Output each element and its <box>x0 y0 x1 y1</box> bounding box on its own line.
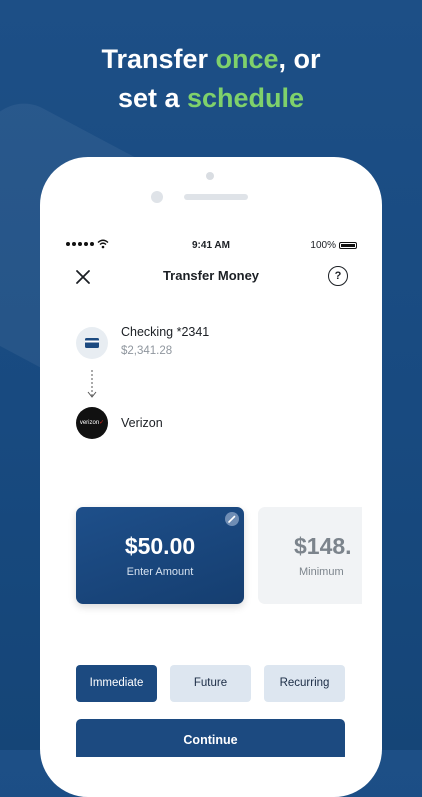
amount-card-selected[interactable]: $50.00 Enter Amount <box>76 507 244 604</box>
from-account-balance: $2,341.28 <box>121 345 173 357</box>
amount-card-minimum[interactable]: $148. Minimum <box>258 507 362 604</box>
headline-accent: schedule <box>187 83 305 113</box>
continue-button[interactable]: Continue <box>76 719 345 757</box>
logo-check: ✓ <box>99 420 105 426</box>
status-bar: 9:41 AM 100% <box>60 237 362 257</box>
arrow-down-icon <box>87 370 97 398</box>
sensor-dot <box>206 172 214 180</box>
amount-value: $148. <box>294 533 352 559</box>
headline-text: set a <box>117 83 187 113</box>
page-title: Transfer Money <box>162 268 260 283</box>
phone-frame: 9:41 AM 100% Transfer Money ? Checking *… <box>40 157 382 797</box>
headline-text: , or <box>278 44 321 74</box>
app-screen: 9:41 AM 100% Transfer Money ? Checking *… <box>60 237 362 757</box>
logo-text: verizon <box>79 420 100 426</box>
amount-value: $50.00 <box>124 533 196 559</box>
card-icon <box>76 327 108 359</box>
future-button[interactable]: Future <box>170 665 251 702</box>
headline-accent: once <box>215 44 279 74</box>
recurring-button[interactable]: Recurring <box>264 665 345 702</box>
immediate-button[interactable]: Immediate <box>76 665 157 702</box>
nav-bar: Transfer Money ? <box>60 265 362 289</box>
pencil-icon[interactable] <box>225 512 239 526</box>
promo-headline: Transfer once, or set a schedule <box>0 40 422 118</box>
camera <box>151 191 163 203</box>
headline-text: Transfer <box>101 44 216 74</box>
amount-label: Enter Amount <box>126 566 194 578</box>
amount-label: Minimum <box>299 566 344 578</box>
from-account-name[interactable]: Checking *2341 <box>121 325 209 339</box>
speaker <box>184 194 248 200</box>
help-icon[interactable]: ? <box>328 266 348 286</box>
battery-percent: 100% <box>310 240 336 251</box>
payee-name[interactable]: Verizon <box>121 416 163 430</box>
verizon-logo: verizon✓ <box>76 407 108 439</box>
battery-icon <box>339 242 357 249</box>
